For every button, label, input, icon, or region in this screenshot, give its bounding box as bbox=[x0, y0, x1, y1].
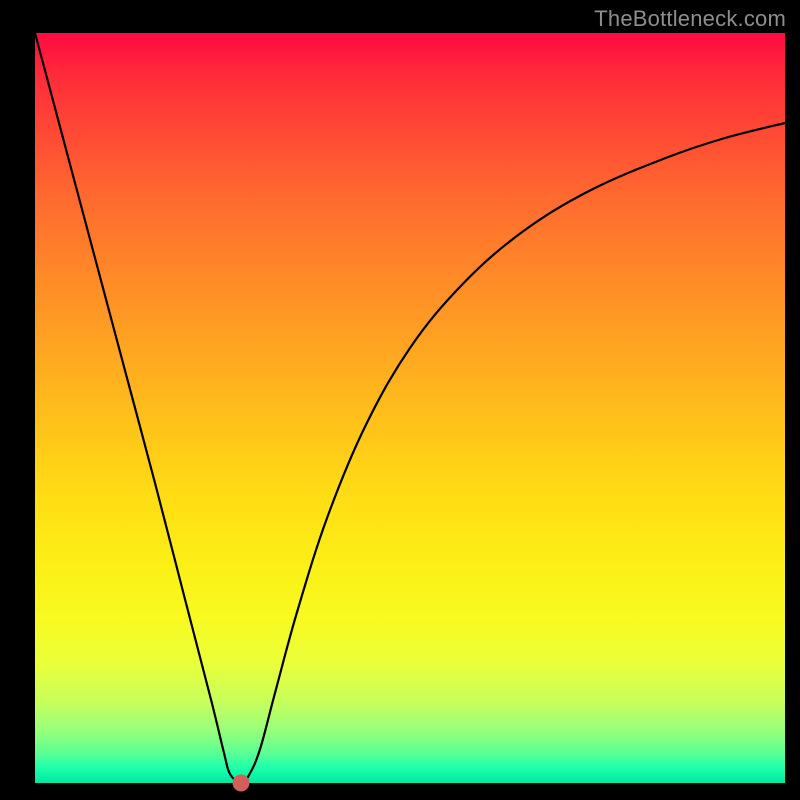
curve-svg bbox=[35, 33, 785, 783]
watermark-text: TheBottleneck.com bbox=[594, 6, 786, 32]
optimal-point-marker bbox=[233, 775, 250, 792]
bottleneck-curve bbox=[35, 33, 785, 783]
chart-frame: TheBottleneck.com bbox=[0, 0, 800, 800]
